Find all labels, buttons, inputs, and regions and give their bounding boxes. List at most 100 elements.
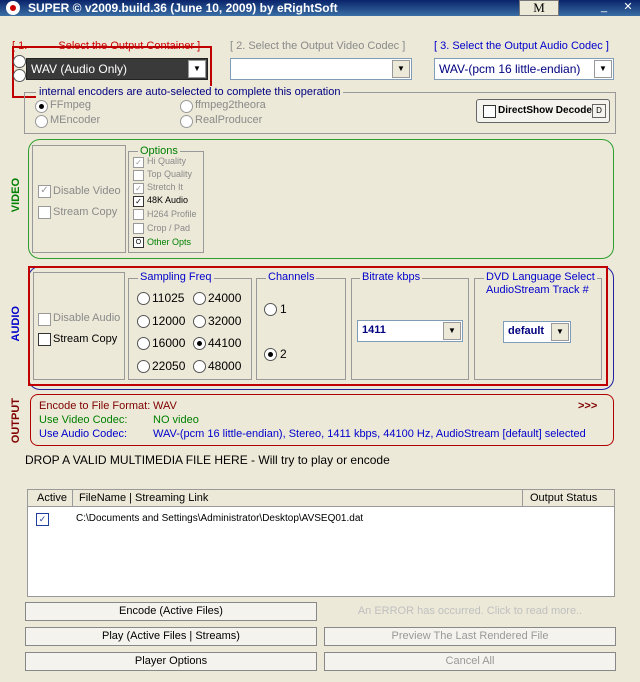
chevron-down-icon[interactable]: ▼ <box>443 322 461 340</box>
bitrate-select[interactable]: 1411 ▼ <box>357 320 463 342</box>
channel-2-label: 2 <box>280 347 287 361</box>
48k-audio-label: 48K Audio <box>147 195 189 205</box>
video-stream-copy-label: Stream Copy <box>53 206 118 218</box>
freq-44100-radio[interactable] <box>193 337 206 350</box>
output-video-codec-label: Use Video Codec: <box>39 414 128 426</box>
encode-button[interactable]: Encode (Active Files) <box>25 602 317 621</box>
chevron-down-icon[interactable]: ▼ <box>551 323 569 341</box>
audio-codec-select[interactable]: WAV-(pcm 16 little-endian) ▼ <box>434 58 614 80</box>
freq-32000-label: 32000 <box>208 314 242 328</box>
channel-1-label: 1 <box>280 302 287 316</box>
48k-audio-checkbox[interactable]: ✓ <box>133 196 144 207</box>
chevron-down-icon[interactable]: ▼ <box>392 60 410 78</box>
encoders-note: internal encoders are auto-selected to c… <box>36 86 344 98</box>
dvd-language-title: DVD Language Select <box>484 271 597 283</box>
video-toggles-panel <box>32 145 126 253</box>
output-format-value: WAV <box>153 400 177 412</box>
step2-label: [ 2. Select the Output Video Codec ] <box>230 40 406 52</box>
freq-44100-label: 44100 <box>208 336 242 350</box>
video-codec-select[interactable]: ▼ <box>230 58 412 80</box>
encoder-realproducer-label: RealProducer <box>195 114 263 126</box>
file-list-header: Active FileName | Streaming Link Output … <box>28 490 614 507</box>
error-notice-button[interactable]: An ERROR has occurred. Click to read mor… <box>324 602 616 621</box>
output-video-codec-value: NO video <box>153 414 199 426</box>
drop-zone-text[interactable]: DROP A VALID MULTIMEDIA FILE HERE - Will… <box>25 453 390 467</box>
stretch-it-checkbox[interactable]: ✓ <box>133 183 144 194</box>
play-button[interactable]: Play (Active Files | Streams) <box>25 627 317 646</box>
minimize-icon[interactable]: _ <box>598 2 610 13</box>
freq-24000-radio[interactable] <box>193 292 206 305</box>
cancel-all-button[interactable]: Cancel All <box>324 652 616 671</box>
step3-label: [ 3. Select the Output Audio Codec ] <box>434 40 609 52</box>
table-row[interactable]: ✓ C:\Documents and Settings\Administrato… <box>28 510 614 526</box>
channel-2-radio[interactable] <box>264 348 277 361</box>
hi-quality-checkbox[interactable]: ✓ <box>133 157 144 168</box>
freq-16000-radio[interactable] <box>137 337 150 350</box>
directshow-checkbox[interactable] <box>483 105 496 118</box>
close-icon[interactable]: ✕ <box>622 2 634 13</box>
channel-1-radio[interactable] <box>264 303 277 316</box>
encoder-mencoder-label: MEncoder <box>50 114 101 126</box>
freq-22050-label: 22050 <box>152 359 186 373</box>
container-radio-2[interactable] <box>13 69 26 82</box>
chevron-down-icon[interactable]: ▼ <box>188 60 206 78</box>
player-options-button[interactable]: Player Options <box>25 652 317 671</box>
h264-profile-label: H264 Profile <box>147 209 197 219</box>
h264-profile-button[interactable] <box>133 209 144 220</box>
top-quality-label: Top Quality <box>147 169 193 179</box>
top-quality-checkbox[interactable] <box>133 170 144 181</box>
other-opts-label: Other Opts <box>147 237 192 247</box>
sampling-freq-title: Sampling Freq <box>138 271 214 283</box>
directshow-decode-button[interactable]: DirectShow Decode D <box>476 99 610 123</box>
disable-audio-label: Disable Audio <box>53 312 121 324</box>
encoder-mencoder-radio[interactable] <box>35 115 48 128</box>
output-audio-codec-value: WAV-(pcm 16 little-endian), Stereo, 1411… <box>153 428 586 440</box>
window-title: SUPER © v2009.build.36 (June 10, 2009) b… <box>28 1 338 15</box>
video-section-label: VIDEO <box>10 178 22 213</box>
stretch-it-label: Stretch It <box>147 182 184 192</box>
output-section-label: OUTPUT <box>10 398 22 444</box>
freq-12000-label: 12000 <box>152 314 186 328</box>
file-path: C:\Documents and Settings\Administrator\… <box>76 513 364 524</box>
freq-48000-radio[interactable] <box>193 360 206 373</box>
channels-title: Channels <box>266 271 317 283</box>
header-divider <box>522 490 523 506</box>
freq-12000-radio[interactable] <box>137 315 150 328</box>
container-radio-1[interactable] <box>13 55 26 68</box>
crop-pad-label: Crop / Pad <box>147 223 191 233</box>
crop-pad-button[interactable] <box>133 223 144 234</box>
video-stream-copy-checkbox[interactable] <box>38 206 51 219</box>
output-expand-arrows[interactable]: >>> <box>578 400 597 412</box>
freq-11025-label: 11025 <box>152 291 185 305</box>
chevron-down-icon[interactable]: ▼ <box>594 60 612 78</box>
app-icon <box>6 1 20 15</box>
other-opts-button[interactable]: O <box>133 237 144 248</box>
disable-video-checkbox[interactable]: ✓ <box>38 185 51 198</box>
audio-stream-copy-label: Stream Copy <box>53 333 118 345</box>
preview-button[interactable]: Preview The Last Rendered File <box>324 627 616 646</box>
dvd-track-select[interactable]: default ▼ <box>503 321 571 343</box>
info-icon[interactable]: D <box>592 104 606 118</box>
freq-48000-label: 48000 <box>208 359 242 373</box>
header-active[interactable]: Active <box>37 490 67 506</box>
disable-audio-checkbox[interactable] <box>38 313 51 326</box>
channels-panel <box>256 278 346 380</box>
header-status[interactable]: Output Status <box>530 490 597 506</box>
freq-16000-label: 16000 <box>152 336 186 350</box>
audio-stream-copy-checkbox[interactable] <box>38 333 51 346</box>
encoder-ffmpeg-label: FFmpeg <box>50 99 91 111</box>
encoder-ffmpeg-radio[interactable] <box>35 100 48 113</box>
freq-11025-radio[interactable] <box>137 292 150 305</box>
freq-22050-radio[interactable] <box>137 360 150 373</box>
audio-toggles-panel <box>33 272 125 380</box>
container-select[interactable]: WAV (Audio Only) ▼ <box>26 58 208 80</box>
file-list[interactable]: Active FileName | Streaming Link Output … <box>27 489 615 597</box>
header-filename[interactable]: FileName | Streaming Link <box>79 490 208 506</box>
freq-24000-label: 24000 <box>208 291 242 305</box>
encoder-realproducer-radio[interactable] <box>180 115 193 128</box>
m-button[interactable]: M <box>519 0 559 16</box>
encoder-ffmpeg2theora-radio[interactable] <box>180 100 193 113</box>
hi-quality-label: Hi Quality <box>147 156 187 166</box>
file-active-checkbox[interactable]: ✓ <box>36 513 49 526</box>
freq-32000-radio[interactable] <box>193 315 206 328</box>
